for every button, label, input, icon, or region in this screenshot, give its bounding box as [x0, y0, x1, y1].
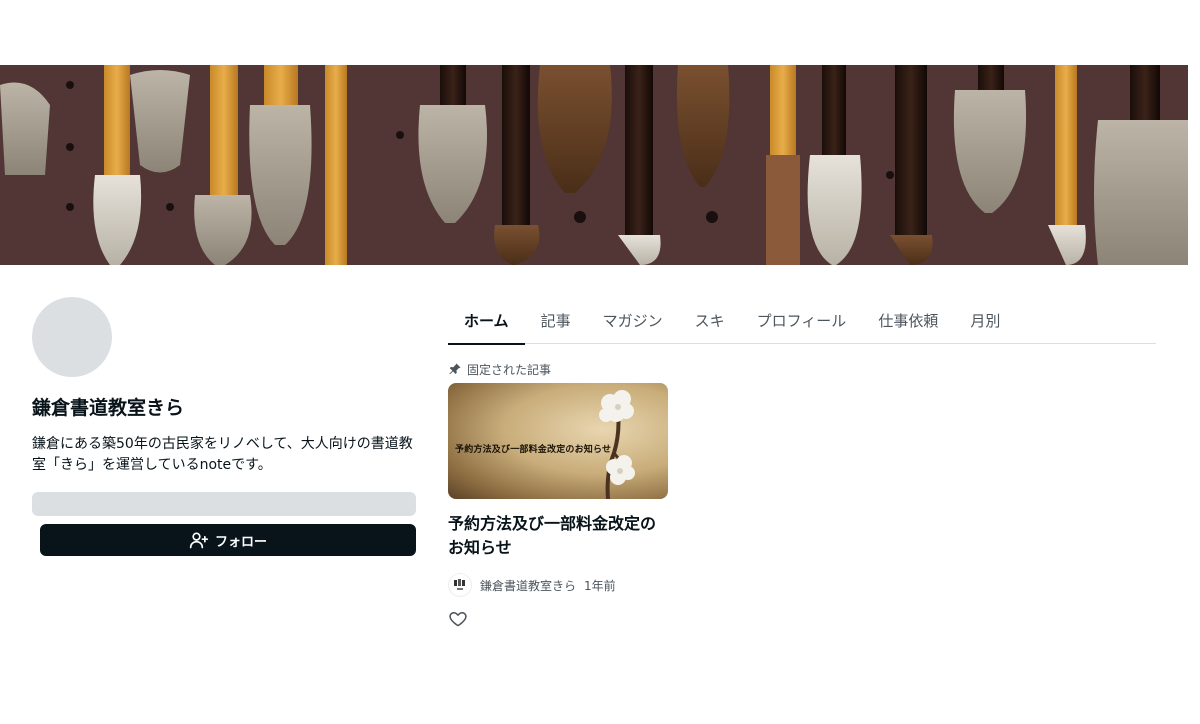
header [0, 0, 1200, 65]
profile-tabs: ホーム 記事 マガジン スキ プロフィール 仕事依頼 月別 [448, 297, 1156, 345]
article-meta: 鎌倉書道教室きら 1年前 [448, 573, 668, 597]
tab-articles[interactable]: 記事 [525, 297, 587, 344]
avatar[interactable] [32, 297, 112, 377]
cotton-flower-image [599, 390, 635, 499]
creator-name[interactable]: 鎌倉書道教室きら [32, 394, 416, 422]
tab-monthly[interactable]: 月別 [954, 297, 1016, 344]
tab-home[interactable]: ホーム [448, 297, 525, 345]
heart-icon[interactable] [448, 609, 468, 629]
cover-banner [0, 65, 1188, 265]
main-content: ホーム 記事 マガジン スキ プロフィール 仕事依頼 月別 固定された記事 予約… [448, 297, 1156, 633]
follow-label: フォロー [214, 534, 267, 550]
article-thumbnail[interactable]: 予約方法及び一部料金改定のお知らせ [448, 383, 668, 499]
article-card[interactable]: 予約方法及び一部料金改定のお知らせ 予約方法及び一部料金改定のお知らせ 鎌倉書道… [448, 383, 668, 633]
pinned-label-text: 固定された記事 [467, 362, 552, 377]
tab-work-requests[interactable]: 仕事依頼 [862, 297, 954, 344]
tab-likes[interactable]: スキ [679, 297, 741, 344]
calligraphy-brushes-image [0, 65, 1188, 265]
article-author[interactable]: 鎌倉書道教室きら [480, 577, 576, 594]
article-title[interactable]: 予約方法及び一部料金改定のお知らせ [448, 512, 668, 560]
follow-button[interactable]: フォロー [40, 524, 416, 556]
author-logo-icon [454, 579, 465, 590]
creator-profile: 鎌倉書道教室きら 鎌倉にある築50年の古民家をリノベして、大人向けの書道教室「き… [32, 297, 416, 556]
loading-placeholder [32, 492, 416, 516]
tab-profile[interactable]: プロフィール [741, 297, 863, 344]
creator-bio: 鎌倉にある築50年の古民家をリノベして、大人向けの書道教室「きら」を運営している… [32, 436, 413, 473]
user-plus-icon [189, 532, 209, 549]
tab-magazines[interactable]: マガジン [587, 297, 679, 344]
article-time: 1年前 [584, 578, 616, 593]
pinned-label: 固定された記事 [448, 361, 1156, 377]
thumbnail-text: 予約方法及び一部料金改定のお知らせ [455, 445, 612, 455]
pin-icon [449, 363, 461, 375]
author-avatar[interactable] [448, 573, 472, 597]
